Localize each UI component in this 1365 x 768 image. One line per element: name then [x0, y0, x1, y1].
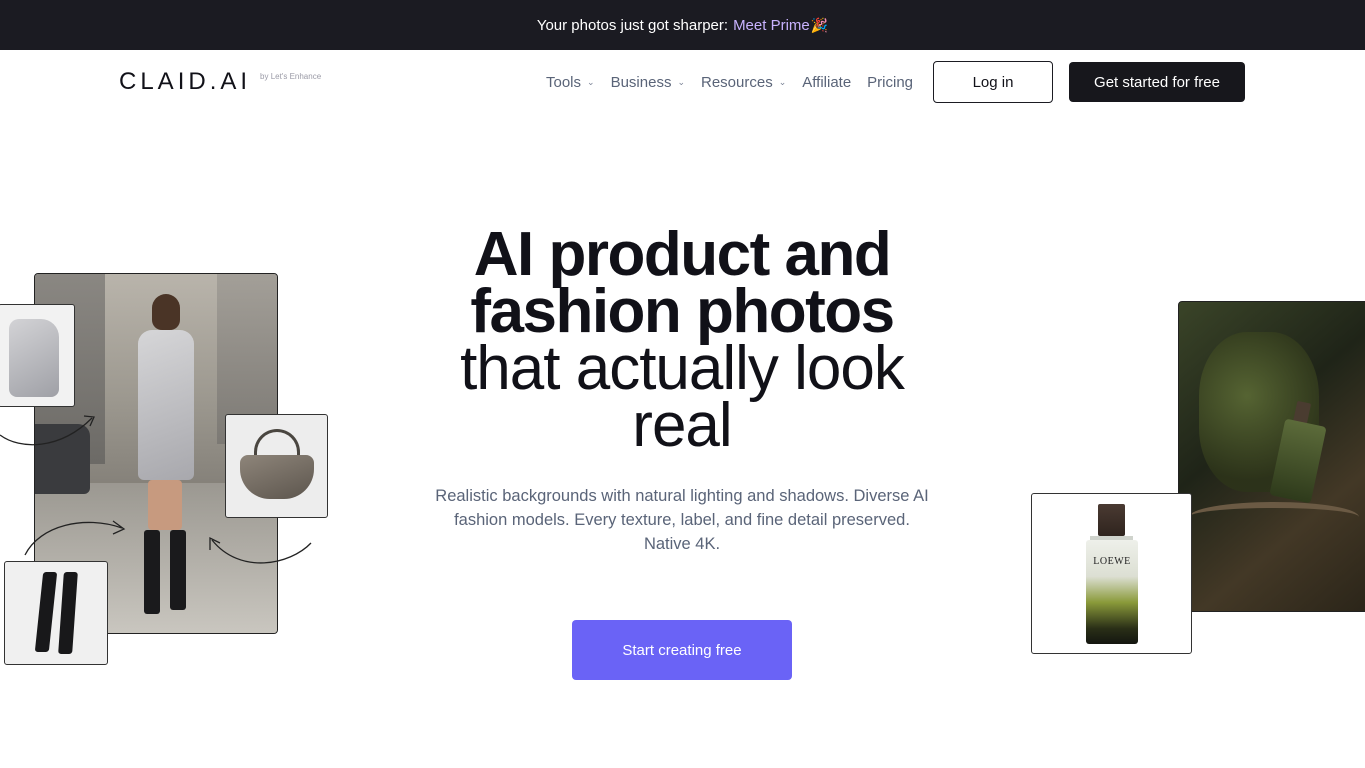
perfume-thumbnail: LOEWE — [1031, 493, 1192, 654]
bottle-cap — [1098, 504, 1125, 536]
get-started-button[interactable]: Get started for free — [1069, 62, 1245, 102]
hero-title-line: fashion photos — [470, 277, 895, 346]
nav-item-label: Resources — [701, 74, 773, 91]
nav-item-label: Tools — [546, 74, 582, 91]
party-icon: 🎉 — [810, 16, 829, 33]
bottle-label: LOEWE — [1093, 556, 1131, 567]
hero-subtitle: Realistic backgrounds with natural light… — [435, 487, 929, 553]
model-head — [152, 294, 180, 330]
hero-title-line: that actually look — [460, 334, 905, 403]
nav-item-label: Affiliate — [802, 74, 852, 91]
hero-title-line: real — [632, 391, 732, 460]
login-button[interactable]: Log in — [933, 61, 1053, 103]
nav-item-label: Pricing — [867, 74, 914, 91]
chevron-down-icon: ⌄ — [677, 77, 685, 87]
nav-item-business[interactable]: Business ⌄ — [611, 74, 685, 91]
top-nav: CLAID.AI by Let's Enhance Tools ⌄ Busine… — [0, 50, 1365, 114]
nav-item-affiliate[interactable]: Affiliate — [802, 74, 851, 91]
arrow-curve — [0, 417, 93, 446]
collage-arrows — [0, 415, 312, 564]
boot-shape — [58, 572, 78, 654]
logo[interactable]: CLAID.AI by Let's Enhance — [119, 69, 321, 95]
dress-shape — [9, 319, 59, 397]
perfume-forest-photo — [1178, 301, 1365, 612]
dress-thumbnail — [0, 304, 75, 407]
arrow-curve — [211, 539, 312, 564]
nav-item-tools[interactable]: Tools ⌄ — [546, 74, 595, 91]
start-creating-button[interactable]: Start creating free — [572, 620, 792, 680]
meet-prime-link[interactable]: Meet Prime — [733, 17, 810, 34]
perfume-bottle: LOEWE — [1086, 540, 1138, 644]
nav-item-resources[interactable]: Resources ⌄ — [701, 74, 786, 91]
logo-wordmark: CLAID.AI — [119, 68, 252, 95]
logo-subtitle: by Let's Enhance — [260, 72, 322, 81]
chevron-down-icon: ⌄ — [587, 77, 595, 87]
promo-bar: Your photos just got sharper: Meet Prime… — [0, 0, 1365, 50]
chevron-down-icon: ⌄ — [778, 77, 787, 87]
hero-title: AI product and fashion photos that actua… — [382, 220, 982, 460]
boot-shape — [34, 572, 58, 652]
nav-links: Tools ⌄ Business ⌄ Resources ⌄ Affiliate… — [546, 74, 929, 91]
arrow-curve — [24, 521, 123, 556]
nav-item-pricing[interactable]: Pricing — [867, 74, 913, 91]
root-shape — [1189, 502, 1359, 532]
nav-item-label: Business — [610, 74, 672, 91]
promo-text: Your photos just got sharper: — [536, 16, 729, 34]
hero-title-line: AI product and — [473, 220, 892, 289]
